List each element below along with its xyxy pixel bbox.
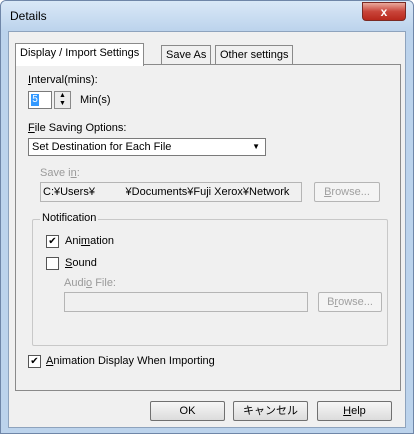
help-button[interactable]: Help [317, 401, 392, 421]
tab-other-settings[interactable]: Other settings [215, 45, 294, 65]
tab-label: Save As [166, 49, 207, 61]
tab-save-as[interactable]: Save As [161, 45, 212, 65]
audio-file-input[interactable] [64, 292, 308, 312]
tab-label: Display / Import Settings [20, 47, 140, 59]
tab-display-import-settings[interactable]: Display / Import Settings [15, 43, 145, 66]
stepper-up-icon[interactable]: ▲ [55, 92, 70, 100]
sound-label: Sound [65, 257, 97, 269]
details-dialog: Details x Display / Import Settings Save… [0, 0, 414, 434]
sound-checkbox[interactable] [46, 257, 59, 270]
window-title: Details [10, 9, 47, 23]
animation-import-checkbox[interactable]: ✔ [28, 355, 41, 368]
animation-label: Animation [65, 235, 114, 247]
chevron-down-icon: ▼ [252, 142, 260, 151]
audio-file-label: Audio File: [64, 277, 116, 289]
animation-checkbox[interactable]: ✔ [46, 235, 59, 248]
interval-input[interactable]: 5 [28, 91, 52, 109]
interval-value: 5 [31, 94, 39, 106]
ok-button[interactable]: OK [150, 401, 225, 421]
interval-stepper[interactable]: ▲ ▼ [54, 91, 71, 109]
file-saving-label: File Saving Options: [28, 122, 127, 134]
tab-label: Other settings [220, 49, 289, 61]
title-bar: Details x [1, 1, 413, 31]
notification-legend: Notification [40, 212, 99, 224]
interval-unit: Min(s) [80, 94, 111, 106]
check-icon: ✔ [30, 356, 39, 367]
interval-label: Interval(mins): [28, 74, 98, 86]
cancel-button[interactable]: キャンセル [233, 401, 308, 421]
settings-panel: Interval(mins): 5 ▲ ▼ Min(s) File Saving… [15, 64, 401, 391]
save-in-browse-button[interactable]: Browse... [314, 182, 380, 202]
animation-import-label: Animation Display When Importing [46, 355, 215, 367]
file-saving-selected: Set Destination for Each File [32, 141, 172, 153]
save-in-label: Save in: [40, 167, 80, 179]
close-button[interactable]: x [362, 2, 406, 21]
close-icon: x [380, 4, 388, 19]
audio-browse-button[interactable]: Browse... [318, 292, 382, 312]
save-in-path[interactable]: C:¥Users¥ ¥Documents¥Fuji Xerox¥Network [40, 182, 302, 202]
file-saving-select[interactable]: Set Destination for Each File ▼ [28, 138, 266, 156]
stepper-down-icon[interactable]: ▼ [55, 100, 70, 108]
check-icon: ✔ [48, 236, 57, 247]
dialog-client-area: Display / Import Settings Save As Other … [8, 31, 406, 428]
